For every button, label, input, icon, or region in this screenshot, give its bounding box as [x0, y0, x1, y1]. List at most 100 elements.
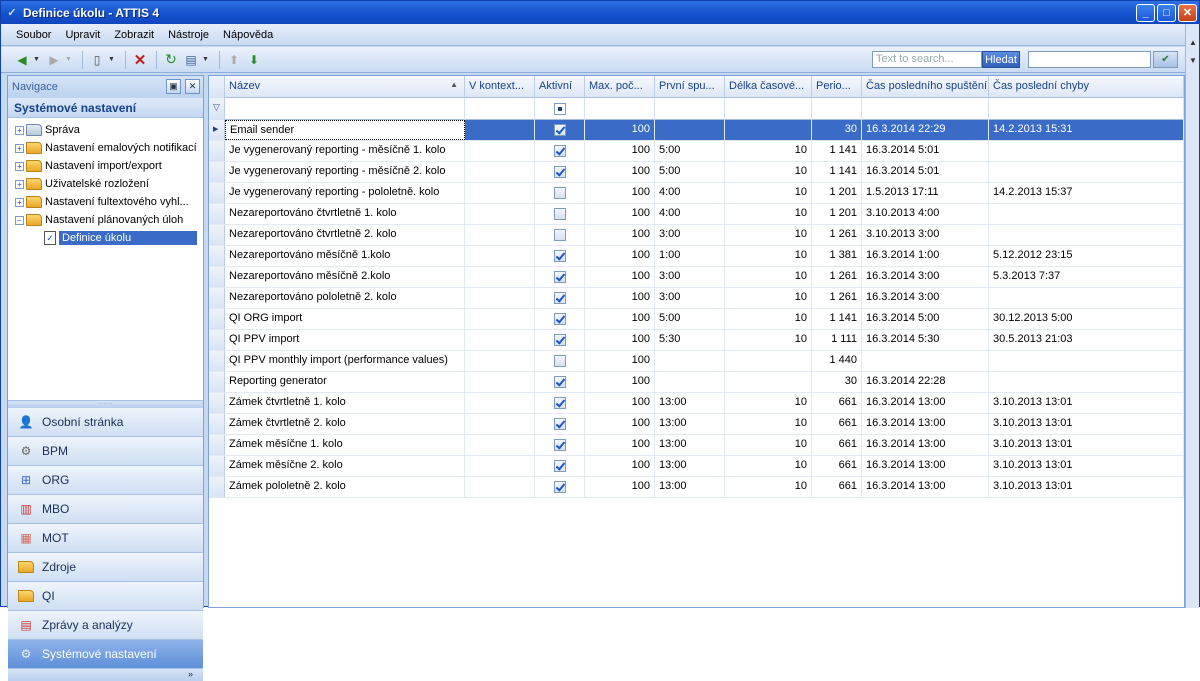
cell-first-run[interactable]: 3:00 [655, 267, 725, 287]
checkbox-checked[interactable] [553, 439, 566, 451]
module-org[interactable]: ⊞ ORG [8, 466, 203, 495]
cell-context[interactable] [465, 309, 535, 329]
row-indicator[interactable] [209, 288, 225, 308]
vertical-scrollbar[interactable]: ▲ ▼ [1185, 24, 1199, 608]
cell-active[interactable] [535, 120, 585, 140]
table-row[interactable]: Je vygenerovaný reporting - pololetně. k… [209, 183, 1184, 204]
cell-interval-length[interactable]: 10 [725, 183, 812, 203]
cell-last-run[interactable]: 1.5.2013 17:11 [862, 183, 989, 203]
row-indicator[interactable] [209, 477, 225, 497]
table-row[interactable]: Nezareportováno měsíčně 1.kolo 100 1:00 10 1… [209, 246, 1184, 267]
checkbox-checked[interactable] [553, 271, 566, 283]
cell-period[interactable]: 1 261 [812, 267, 862, 287]
tree-item-sprava[interactable]: + Správa [8, 121, 203, 139]
tree-item-import-export[interactable]: + Nastavení import/export [8, 157, 203, 175]
cell-interval-length[interactable]: 10 [725, 204, 812, 224]
cell-max-count[interactable]: 100 [585, 225, 655, 245]
cell-period[interactable]: 661 [812, 414, 862, 434]
row-indicator[interactable] [209, 414, 225, 434]
cell-last-error[interactable]: 5.3.2013 7:37 [989, 267, 1184, 287]
cell-last-run[interactable] [862, 351, 989, 371]
navigation-footer[interactable]: » [8, 669, 203, 681]
cell-last-error[interactable]: 30.12.2013 5:00 [989, 309, 1184, 329]
checkbox-checked[interactable] [553, 250, 566, 262]
menu-zobrazit[interactable]: Zobrazit [114, 29, 154, 41]
table-row[interactable]: Zámek pololetně 2. kolo 100 13:00 10 661 16.3… [209, 477, 1184, 498]
cell-period[interactable]: 30 [812, 120, 862, 140]
forward-icon[interactable]: ▶ [45, 51, 63, 69]
table-row[interactable]: Nezareportováno čtvrtletně 1. kolo 100 4:0… [209, 204, 1184, 225]
new-document-icon[interactable]: ▯ [88, 51, 106, 69]
cell-max-count[interactable]: 100 [585, 120, 655, 140]
cell-last-run[interactable]: 16.3.2014 13:00 [862, 477, 989, 497]
table-row[interactable]: Zámek čtvrtletně 1. kolo 100 13:00 10 661 16.… [209, 393, 1184, 414]
cell-first-run[interactable]: 4:00 [655, 183, 725, 203]
tree-item-email-notifications[interactable]: + Nastavení emalových notifikací [8, 139, 203, 157]
cell-max-count[interactable]: 100 [585, 456, 655, 476]
panel-splitter[interactable]: ····· [8, 401, 203, 408]
table-row[interactable]: Nezareportováno čtvrtletně 2. kolo 100 3:0… [209, 225, 1184, 246]
cell-interval-length[interactable]: 10 [725, 141, 812, 161]
cell-last-error[interactable]: 3.10.2013 13:01 [989, 414, 1184, 434]
cell-active[interactable] [535, 435, 585, 455]
cell-period[interactable]: 1 201 [812, 183, 862, 203]
cell-context[interactable] [465, 435, 535, 455]
cell-interval-length[interactable]: 10 [725, 162, 812, 182]
cell-max-count[interactable]: 100 [585, 183, 655, 203]
cell-interval-length[interactable]: 10 [725, 246, 812, 266]
row-indicator[interactable] [209, 435, 225, 455]
cell-name[interactable]: Je vygenerovaný reporting - měsíčně 1. k… [225, 141, 465, 161]
checkbox-checked[interactable] [553, 292, 566, 304]
column-header-delka-casoveho[interactable]: Délka časové... [725, 76, 812, 98]
column-header-v-kontextu[interactable]: V kontext... [465, 76, 535, 98]
cell-active[interactable] [535, 288, 585, 308]
cell-interval-length[interactable]: 10 [725, 414, 812, 434]
cell-last-run[interactable]: 16.3.2014 3:00 [862, 288, 989, 308]
cell-last-error[interactable]: 14.2.2013 15:37 [989, 183, 1184, 203]
minimize-button[interactable]: _ [1136, 3, 1155, 22]
cell-last-run[interactable]: 16.3.2014 13:00 [862, 435, 989, 455]
module-zdroje[interactable]: Zdroje [8, 553, 203, 582]
filter-cell-v-kontextu[interactable] [465, 98, 535, 120]
cell-last-error[interactable] [989, 141, 1184, 161]
cell-last-run[interactable]: 16.3.2014 3:00 [862, 267, 989, 287]
checkbox-unchecked[interactable] [553, 355, 566, 367]
cell-first-run[interactable]: 5:30 [655, 330, 725, 350]
cell-period[interactable]: 661 [812, 435, 862, 455]
cell-last-run[interactable]: 16.3.2014 1:00 [862, 246, 989, 266]
cell-period[interactable]: 1 141 [812, 162, 862, 182]
cell-interval-length[interactable]: 10 [725, 330, 812, 350]
cell-max-count[interactable]: 100 [585, 477, 655, 497]
cell-last-error[interactable]: 3.10.2013 13:01 [989, 393, 1184, 413]
scroll-down-arrow-icon[interactable]: ▼ [1188, 56, 1198, 66]
cell-period[interactable]: 1 381 [812, 246, 862, 266]
cell-last-error[interactable] [989, 162, 1184, 182]
checkbox-checked[interactable] [553, 145, 566, 157]
cell-name[interactable]: QI PPV monthly import (performance value… [225, 351, 465, 371]
filter-checkbox-indeterminate[interactable] [553, 103, 566, 115]
module-osobni-stranka[interactable]: 👤 Osobní stránka [8, 408, 203, 437]
cell-interval-length[interactable] [725, 120, 812, 140]
table-row[interactable]: Je vygenerovaný reporting - měsíčně 1. k… [209, 141, 1184, 162]
expand-panel-icon[interactable]: » [188, 669, 193, 679]
collapse-icon[interactable]: − [15, 215, 24, 225]
column-header-prvni-spusteni[interactable]: První spu... [655, 76, 725, 98]
module-systemove-nastaveni[interactable]: ⚙ Systémové nastavení [8, 640, 203, 669]
cell-last-run[interactable]: 16.3.2014 13:00 [862, 414, 989, 434]
cell-max-count[interactable]: 100 [585, 372, 655, 392]
cell-max-count[interactable]: 100 [585, 330, 655, 350]
column-header-perioda[interactable]: Perio... [812, 76, 862, 98]
cell-last-error[interactable] [989, 372, 1184, 392]
cell-interval-length[interactable]: 10 [725, 267, 812, 287]
cell-active[interactable] [535, 183, 585, 203]
cell-context[interactable] [465, 246, 535, 266]
cell-max-count[interactable]: 100 [585, 267, 655, 287]
cell-first-run[interactable]: 13:00 [655, 435, 725, 455]
cell-last-run[interactable]: 3.10.2013 3:00 [862, 225, 989, 245]
cell-active[interactable] [535, 225, 585, 245]
cell-last-error[interactable]: 3.10.2013 13:01 [989, 477, 1184, 497]
cell-last-error[interactable] [989, 288, 1184, 308]
cell-last-run[interactable]: 16.3.2014 5:00 [862, 309, 989, 329]
tree-item-scheduled-tasks[interactable]: − Nastavení plánovaných úloh [8, 211, 203, 229]
cell-name[interactable]: Nezareportováno měsíčně 1.kolo [225, 246, 465, 266]
